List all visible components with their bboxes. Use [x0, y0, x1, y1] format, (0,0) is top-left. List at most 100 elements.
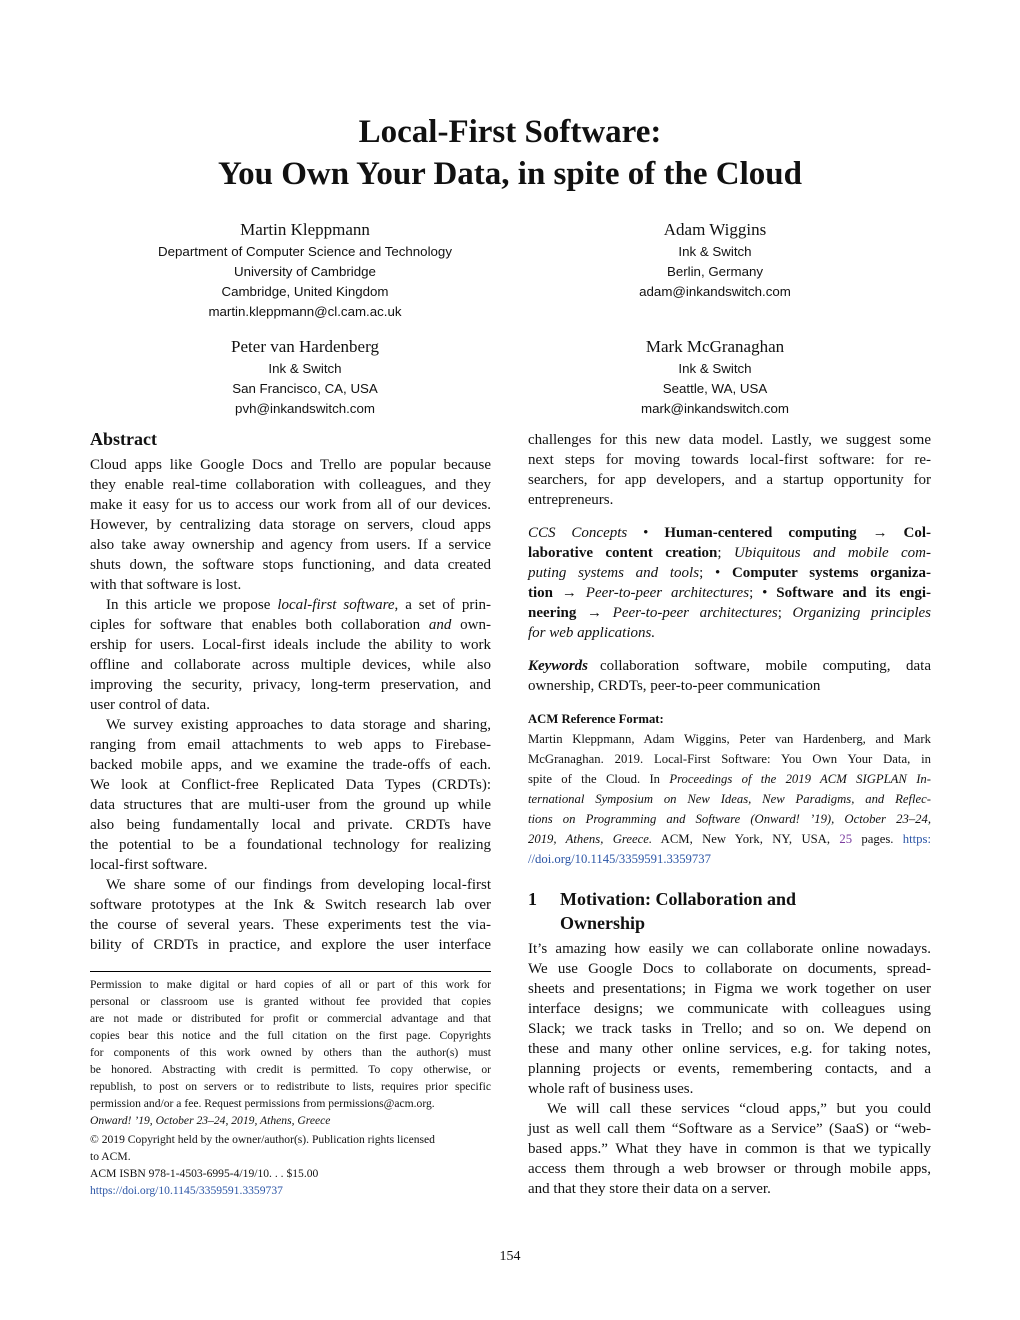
section-number: 1	[528, 889, 537, 909]
reference-line: Martin Kleppmann, Adam Wiggins, Peter va…	[528, 732, 931, 746]
abstract-heading: Abstract	[90, 429, 157, 449]
ccs-concepts-line: tion → Peer-to-peer architectures; • Sof…	[528, 585, 932, 601]
body-line: planning projects or events, remembering…	[528, 1061, 931, 1077]
abstract-line: We look at Conflict-free Replicated Data…	[90, 777, 491, 793]
ccs-concepts-line: laborative content creation; Ubiquitous …	[528, 545, 931, 561]
paper-title-line-2: You Own Your Data, in spite of the Cloud	[217, 156, 802, 192]
footnote-venue: Onward! ’19, October 23–24, 2019, Athens…	[90, 1114, 331, 1127]
footnote-line: for components of this work owned by oth…	[90, 1046, 491, 1059]
author-affiliation: Berlin, Germany	[666, 264, 764, 279]
author-affiliation: Cambridge, United Kingdom	[221, 284, 389, 299]
abstract-line: challenges for this new data model. Last…	[528, 432, 931, 448]
abstract-line: bility of CRDTs in practice, and explore…	[90, 937, 491, 953]
paper-title-line-1: Local-First Software:	[358, 114, 662, 150]
keywords-line: ownership, CRDTs, peer-to-peer communica…	[528, 678, 821, 694]
author-affiliation: University of Cambridge	[234, 264, 376, 279]
footnote-line: permission and/or a fee. Request permiss…	[90, 1097, 435, 1110]
section-title: Ownership	[560, 913, 646, 933]
abstract-line: with that software is lost.	[90, 577, 242, 593]
abstract-line: ciples for software that enables both co…	[90, 617, 492, 633]
author-affiliation: Ink & Switch	[678, 361, 752, 376]
abstract-line: user control of data.	[90, 697, 210, 713]
abstract-line: backed mobile apps, and we examine the t…	[90, 757, 491, 773]
abstract-line: also being fundamentally local and priva…	[90, 817, 491, 833]
body-line: just as well call them “Software as a Se…	[528, 1121, 931, 1137]
body-line: whole raft of business uses.	[528, 1081, 694, 1097]
author-email: adam@inkandswitch.com	[639, 284, 791, 299]
section-title: Motivation: Collaboration and	[560, 889, 797, 909]
footnote-isbn: ACM ISBN 978-1-4503-6995-4/19/10. . . $1…	[90, 1167, 319, 1180]
body-line: based apps.” What they have in common is…	[528, 1141, 931, 1157]
abstract-line: data structures that are multi-user from…	[90, 797, 491, 813]
ccs-concepts-line: for web applications.	[528, 625, 656, 641]
author-block-kleppmann: Martin Kleppmann Department of Computer …	[90, 218, 520, 322]
author-name: Adam Wiggins	[663, 220, 767, 239]
paper-page: Local-First Software: You Own Your Data,…	[0, 0, 1020, 1320]
abstract-line: In this article we propose local-first s…	[106, 597, 491, 613]
reference-line: 2019, Athens, Greece. ACM, New York, NY,…	[528, 832, 931, 846]
footnote-line: republish, to post on servers or to redi…	[90, 1080, 491, 1093]
reference-pages: 25	[839, 832, 853, 846]
footnote-line: be honored. Abstracting with credit is p…	[90, 1063, 491, 1076]
keywords-line: Keywords collaboration software, mobile c…	[528, 658, 931, 674]
reference-heading: ACM Reference Format:	[528, 712, 664, 726]
abstract-line: However, by centralizing data storage on…	[90, 517, 491, 533]
abstract-line: the potential to be a foundational techn…	[90, 837, 491, 853]
abstract-line: We survey existing approaches to data st…	[106, 717, 491, 733]
author-affiliation: Ink & Switch	[678, 244, 752, 259]
abstract-line: software prototypes at the Ink & Switch …	[90, 897, 491, 913]
footnote-copyright: © 2019 Copyright held by the owner/autho…	[90, 1133, 435, 1146]
abstract-line: searchers, for app developers, and a sta…	[528, 472, 931, 488]
ccs-concepts-line: neering → Peer-to-peer architectures; Or…	[528, 605, 931, 621]
abstract-line: they enable real-time collaboration with…	[90, 477, 491, 493]
reference-doi-link[interactable]: https:	[903, 832, 931, 846]
author-name: Peter van Hardenberg	[231, 337, 379, 356]
author-name: Martin Kleppmann	[240, 220, 370, 239]
abstract-line: improving the security, privacy, long-te…	[90, 677, 491, 693]
ccs-concepts-line: puting systems and tools; • Computer sys…	[528, 565, 931, 581]
footnote-line: copies bear this notice and the full cit…	[90, 1029, 491, 1042]
body-line: and that they store their data on a serv…	[528, 1181, 771, 1197]
abstract-line: ranging from email attachments to web ap…	[90, 737, 491, 753]
keywords-label: Keywords	[528, 658, 588, 674]
footnote-copyright: to ACM.	[90, 1150, 131, 1163]
body-line: Slack; we track tasks in Trello; and so …	[528, 1021, 931, 1037]
footnote-divider	[90, 971, 491, 972]
author-block-wiggins: Adam Wiggins Ink & Switch Berlin, German…	[530, 218, 900, 302]
reference-line: tions on Programming and Software (Onwar…	[528, 812, 931, 826]
author-affiliation: Department of Computer Science and Techn…	[158, 244, 452, 259]
abstract-line: local-first software.	[90, 857, 208, 873]
abstract-line: ership for users. Local-first ideals inc…	[90, 637, 491, 653]
footnote-line: personal or classroom use is granted wit…	[90, 995, 491, 1008]
ccs-concepts-line: CCS Concepts • Human-centered computing …	[528, 525, 931, 541]
abstract-line: also take away ownership and agency from…	[90, 537, 491, 553]
body-line: these and many other online services, e.…	[528, 1041, 931, 1057]
abstract-line: entrepreneurs.	[528, 492, 614, 508]
abstract-line: next steps for moving towards local-firs…	[528, 452, 931, 468]
abstract-line: shuts down, the software stops functioni…	[90, 557, 491, 573]
abstract-line: make it easy for us to access our work f…	[90, 497, 491, 513]
body-line: It’s amazing how easily we can collabora…	[528, 941, 931, 957]
abstract-line: We share some of our findings from devel…	[106, 877, 491, 893]
body-line: We use Google Docs to collaborate on doc…	[528, 961, 931, 977]
author-affiliation: Ink & Switch	[268, 361, 342, 376]
footnote-line: Permission to make digital or hard copie…	[90, 978, 491, 991]
author-email: mark@inkandswitch.com	[641, 401, 789, 416]
abstract-line: Cloud apps like Google Docs and Trello a…	[90, 457, 491, 473]
author-email: martin.kleppmann@cl.cam.ac.uk	[208, 304, 402, 319]
body-line: sheets and presentations; in Figma we wo…	[528, 981, 931, 997]
reference-line: McGranaghan. 2019. Local-First Software:…	[528, 752, 931, 766]
body-line: interface designs; we communicate with c…	[528, 1001, 931, 1017]
author-affiliation: San Francisco, CA, USA	[232, 381, 378, 396]
body-line: We will call these services “cloud apps,…	[547, 1101, 931, 1117]
reference-line: spite of the Cloud. In Proceedings of th…	[528, 772, 931, 786]
author-block-mcgranaghan: Mark McGranaghan Ink & Switch Seattle, W…	[530, 335, 900, 419]
footnote-doi-link[interactable]: https://doi.org/10.1145/3359591.3359737	[90, 1182, 283, 1199]
author-name: Mark McGranaghan	[645, 337, 785, 356]
author-email: pvh@inkandswitch.com	[235, 401, 375, 416]
author-block-vanhardenberg: Peter van Hardenberg Ink & Switch San Fr…	[90, 335, 520, 419]
reference-doi-link[interactable]: //doi.org/10.1145/3359591.3359737	[528, 849, 711, 869]
ccs-concepts-label: CCS Concepts	[528, 525, 628, 541]
reference-line: ternational Symposium on New Ideas, New …	[528, 792, 931, 806]
body-line: access them through a web browser or thr…	[528, 1161, 931, 1177]
